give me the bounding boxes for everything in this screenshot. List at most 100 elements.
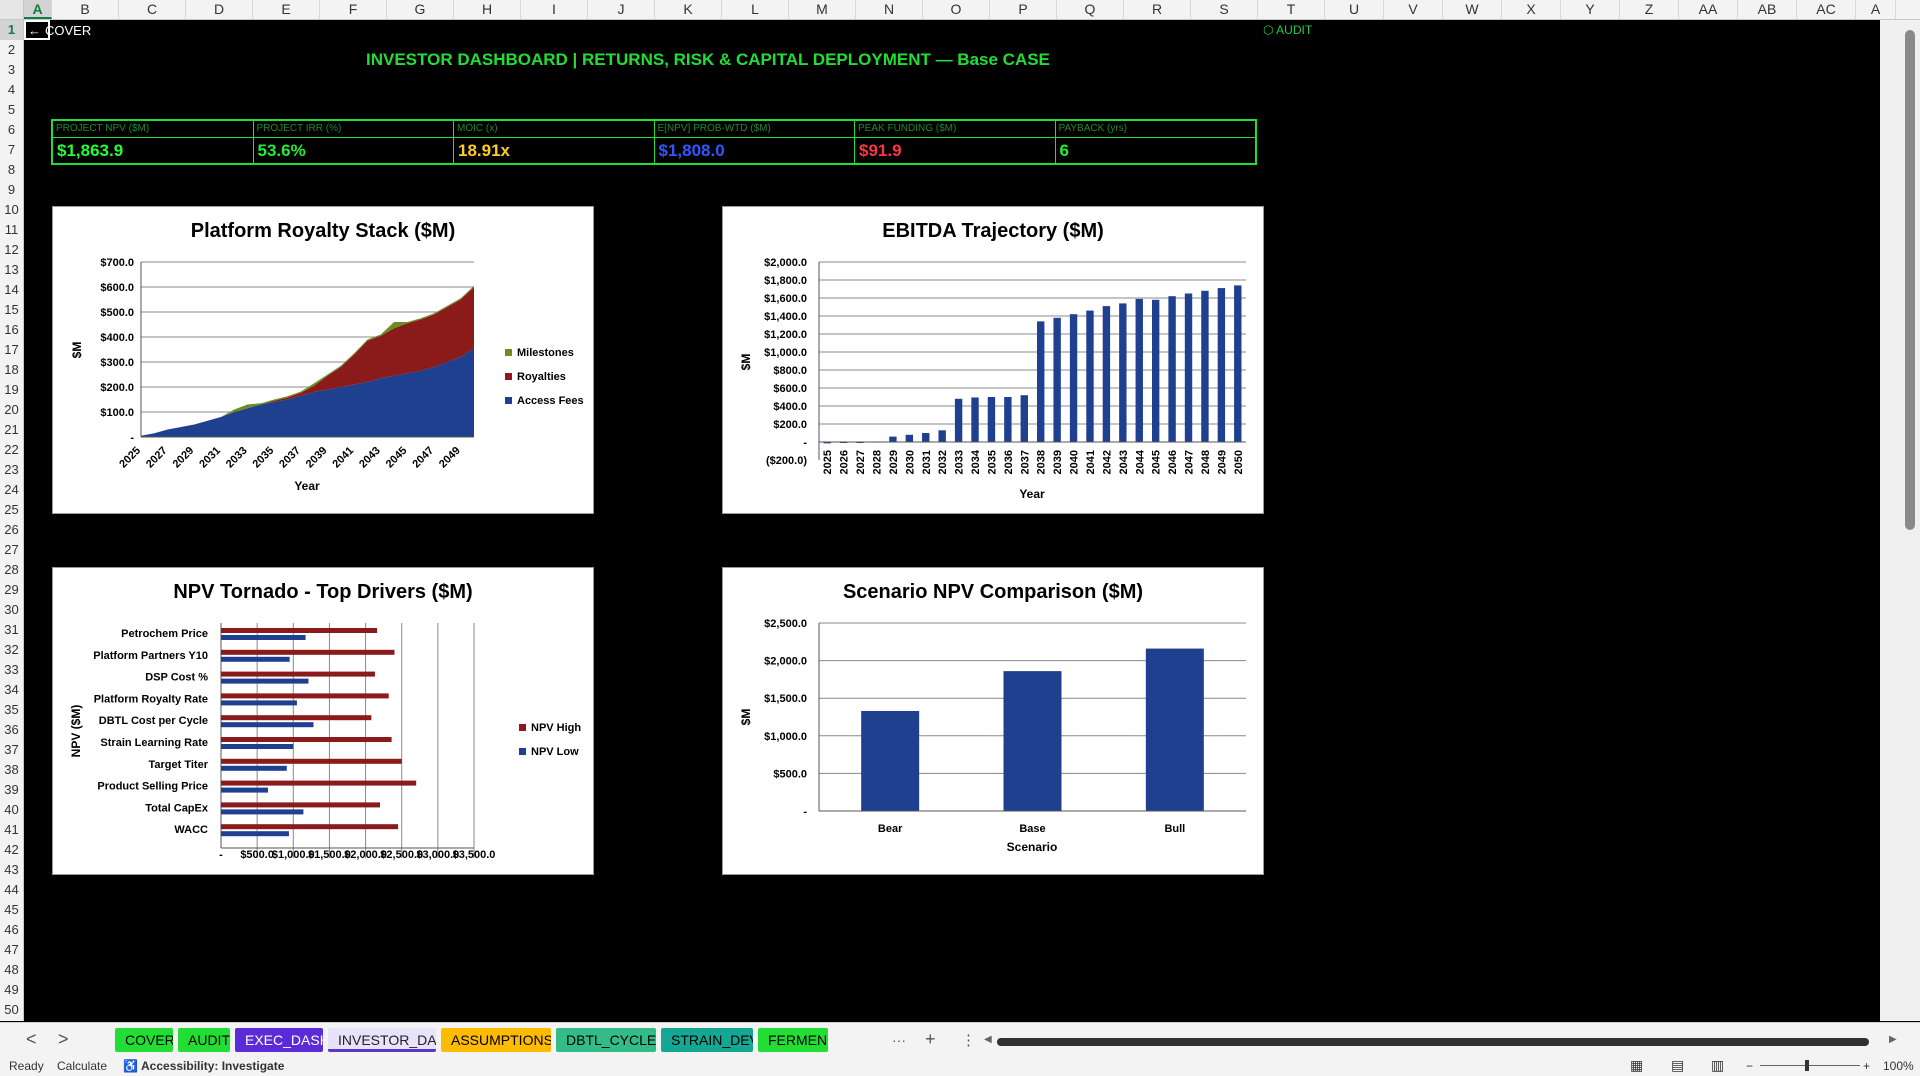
zoom-out-icon[interactable]: − bbox=[1746, 1059, 1753, 1073]
row-header-12[interactable]: 12 bbox=[0, 240, 23, 260]
zoom-slider-thumb[interactable] bbox=[1805, 1060, 1809, 1071]
row-header-10[interactable]: 10 bbox=[0, 200, 23, 220]
royalty-stack-chart[interactable]: Platform Royalty Stack ($M) - $100.0 $200.0… bbox=[52, 206, 594, 514]
row-header-27[interactable]: 27 bbox=[0, 540, 23, 560]
row-header-20[interactable]: 20 bbox=[0, 400, 23, 420]
sheet-tab-exec-dash[interactable]: EXEC_DASH bbox=[235, 1028, 323, 1052]
column-header-v[interactable]: V bbox=[1384, 0, 1443, 19]
row-header-13[interactable]: 13 bbox=[0, 260, 23, 280]
row-header-21[interactable]: 21 bbox=[0, 420, 23, 440]
calculate-button[interactable]: Calculate bbox=[57, 1059, 107, 1073]
row-header-14[interactable]: 14 bbox=[0, 280, 23, 300]
row-header-26[interactable]: 26 bbox=[0, 520, 23, 540]
row-header-37[interactable]: 37 bbox=[0, 740, 23, 760]
row-header-36[interactable]: 36 bbox=[0, 720, 23, 740]
column-header-y[interactable]: Y bbox=[1561, 0, 1620, 19]
sheet-tab-cover[interactable]: COVER bbox=[115, 1028, 173, 1052]
row-header-7[interactable]: 7 bbox=[0, 140, 23, 160]
row-header-9[interactable]: 9 bbox=[0, 180, 23, 200]
vertical-scrollbar[interactable] bbox=[1880, 20, 1920, 1021]
row-header-29[interactable]: 29 bbox=[0, 580, 23, 600]
audit-link[interactable]: ⬡ AUDIT bbox=[1263, 23, 1312, 37]
row-header-50[interactable]: 50 bbox=[0, 1000, 23, 1020]
row-header-18[interactable]: 18 bbox=[0, 360, 23, 380]
column-header-c[interactable]: C bbox=[119, 0, 186, 19]
row-header-35[interactable]: 35 bbox=[0, 700, 23, 720]
row-header-44[interactable]: 44 bbox=[0, 880, 23, 900]
zoom-in-icon[interactable]: + bbox=[1863, 1059, 1870, 1073]
column-header-i[interactable]: I bbox=[521, 0, 588, 19]
page-break-icon[interactable]: ▥ bbox=[1711, 1057, 1724, 1074]
sheet-tab-dbtl-cycles[interactable]: DBTL_CYCLES bbox=[556, 1028, 656, 1052]
column-header-w[interactable]: W bbox=[1443, 0, 1502, 19]
column-header-u[interactable]: U bbox=[1325, 0, 1384, 19]
row-header-45[interactable]: 45 bbox=[0, 900, 23, 920]
column-header-a[interactable]: A bbox=[1856, 0, 1896, 19]
row-header-39[interactable]: 39 bbox=[0, 780, 23, 800]
column-header-p[interactable]: P bbox=[990, 0, 1057, 19]
row-header-40[interactable]: 40 bbox=[0, 800, 23, 820]
row-header-23[interactable]: 23 bbox=[0, 460, 23, 480]
column-header-h[interactable]: H bbox=[454, 0, 521, 19]
column-header-e[interactable]: E bbox=[253, 0, 320, 19]
normal-view-icon[interactable]: ▦ bbox=[1630, 1057, 1643, 1074]
row-header-34[interactable]: 34 bbox=[0, 680, 23, 700]
sheet-tab-audit[interactable]: AUDIT bbox=[178, 1028, 230, 1052]
column-header-l[interactable]: L bbox=[722, 0, 789, 19]
column-header-t[interactable]: T bbox=[1258, 0, 1325, 19]
zoom-slider[interactable] bbox=[1760, 1065, 1860, 1066]
add-sheet-button[interactable]: + bbox=[925, 1029, 936, 1050]
kpi-cell[interactable]: PEAK FUNDING ($M) $91.9 bbox=[855, 121, 1056, 163]
horizontal-scrollbar[interactable] bbox=[997, 1038, 1869, 1046]
row-header-8[interactable]: 8 bbox=[0, 160, 23, 180]
column-header-m[interactable]: M bbox=[789, 0, 856, 19]
column-header-g[interactable]: G bbox=[387, 0, 454, 19]
kpi-cell[interactable]: E[NPV] PROB-WTD ($M) $1,808.0 bbox=[654, 121, 855, 163]
npv-tornado-chart[interactable]: NPV Tornado - Top Drivers ($M) - $500.0 $1,… bbox=[52, 567, 594, 875]
column-header-j[interactable]: J bbox=[588, 0, 655, 19]
row-header-42[interactable]: 42 bbox=[0, 840, 23, 860]
row-header-22[interactable]: 22 bbox=[0, 440, 23, 460]
row-header-49[interactable]: 49 bbox=[0, 980, 23, 1000]
accessibility-status[interactable]: Accessibility: Investigate bbox=[141, 1059, 284, 1073]
row-header-48[interactable]: 48 bbox=[0, 960, 23, 980]
row-header-30[interactable]: 30 bbox=[0, 600, 23, 620]
row-header-5[interactable]: 5 bbox=[0, 100, 23, 120]
ebitda-trajectory-chart[interactable]: EBITDA Trajectory ($M) ($200.0) - $200.0 $40… bbox=[722, 206, 1264, 514]
cover-link[interactable]: ← COVER bbox=[24, 20, 91, 40]
sheet-tab-strain-dev[interactable]: STRAIN_DEV bbox=[661, 1028, 753, 1052]
page-layout-icon[interactable]: ▤ bbox=[1671, 1057, 1684, 1074]
row-header-24[interactable]: 24 bbox=[0, 480, 23, 500]
row-header-16[interactable]: 16 bbox=[0, 320, 23, 340]
kpi-cell[interactable]: MOIC (x) 18.91x bbox=[454, 121, 655, 163]
row-header-33[interactable]: 33 bbox=[0, 660, 23, 680]
row-header-46[interactable]: 46 bbox=[0, 920, 23, 940]
row-header-41[interactable]: 41 bbox=[0, 820, 23, 840]
row-header-11[interactable]: 11 bbox=[0, 220, 23, 240]
row-header-15[interactable]: 15 bbox=[0, 300, 23, 320]
column-header-r[interactable]: R bbox=[1124, 0, 1191, 19]
row-header-3[interactable]: 3 bbox=[0, 60, 23, 80]
row-header-38[interactable]: 38 bbox=[0, 760, 23, 780]
sheet-tab-investor-dash[interactable]: INVESTOR_DASH bbox=[328, 1028, 436, 1052]
column-header-ab[interactable]: AB bbox=[1738, 0, 1797, 19]
row-header-47[interactable]: 47 bbox=[0, 940, 23, 960]
column-header-n[interactable]: N bbox=[856, 0, 923, 19]
scroll-left-icon[interactable]: ◀ bbox=[984, 1034, 992, 1045]
row-header-4[interactable]: 4 bbox=[0, 80, 23, 100]
row-header-17[interactable]: 17 bbox=[0, 340, 23, 360]
column-header-z[interactable]: Z bbox=[1620, 0, 1679, 19]
row-header-2[interactable]: 2 bbox=[0, 40, 23, 60]
sheet-tab-assumptions[interactable]: ASSUMPTIONS bbox=[441, 1028, 551, 1052]
kpi-cell[interactable]: PROJECT NPV ($M) $1,863.9 bbox=[53, 121, 254, 163]
column-header-o[interactable]: O bbox=[923, 0, 990, 19]
worksheet-grid[interactable]: ← COVER ⬡ AUDIT INVESTOR DASHBOARD | RET… bbox=[24, 20, 1867, 1021]
column-header-ac[interactable]: AC bbox=[1797, 0, 1856, 19]
more-sheets-button[interactable]: ··· bbox=[892, 1032, 906, 1048]
kpi-cell[interactable]: PAYBACK (yrs) 6 bbox=[1055, 121, 1255, 163]
row-header-32[interactable]: 32 bbox=[0, 640, 23, 660]
row-header-28[interactable]: 28 bbox=[0, 560, 23, 580]
zoom-level[interactable]: 100% bbox=[1883, 1059, 1914, 1073]
column-header-aa[interactable]: AA bbox=[1679, 0, 1738, 19]
column-header-k[interactable]: K bbox=[655, 0, 722, 19]
